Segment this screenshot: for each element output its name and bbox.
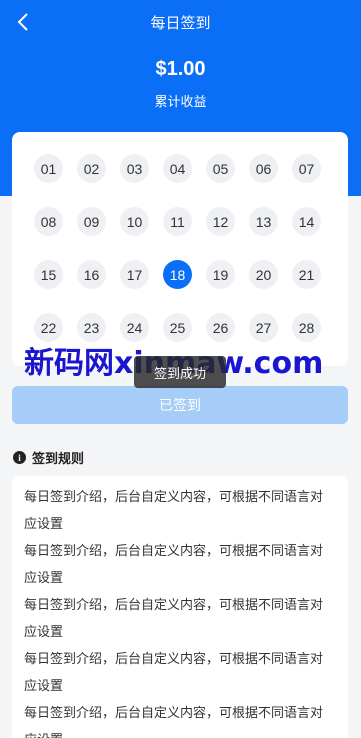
calendar-card: 01 02 03 04 05 06 07 08 09 10 11 12 13 14 15 16 17 18 19 20… (12, 132, 348, 366)
rules-title: 签到规则 (32, 452, 85, 467)
calendar-day-04[interactable]: 04 (163, 154, 192, 183)
calendar-day-17[interactable]: 17 (120, 260, 149, 289)
info-icon: i (13, 451, 26, 464)
calendar-day-01[interactable]: 01 (34, 154, 63, 183)
rules-content: 每日签到介绍，后台自定义内容，可根据不同语言对 应设置 每日签到介绍，后台自定义内容… (12, 476, 348, 738)
rules-header: i 签到规则 (13, 448, 84, 467)
rule-line: 每日签到介绍，后台自定义内容，可根据不同语言对 (24, 652, 324, 667)
page-title: 每日签到 (150, 14, 211, 32)
calendar-day-12[interactable]: 12 (206, 207, 235, 236)
rule-line: 应设置 (24, 679, 64, 694)
calendar-day-15[interactable]: 15 (34, 260, 63, 289)
rule-line: 应设置 (24, 625, 64, 640)
calendar-day-05[interactable]: 05 (206, 154, 235, 183)
rule-line: 应设置 (24, 727, 336, 738)
rule-line: 应设置 (24, 571, 64, 586)
calendar-day-13[interactable]: 13 (249, 207, 278, 236)
calendar-day-14[interactable]: 14 (292, 207, 321, 236)
earnings-label: 累计收益 (154, 95, 207, 110)
calendar-day-16[interactable]: 16 (77, 260, 106, 289)
calendar-day-09[interactable]: 09 (77, 207, 106, 236)
signed-in-button[interactable]: 已签到 (12, 386, 348, 424)
calendar-day-20[interactable]: 20 (249, 260, 278, 289)
toast-message: 签到成功 (134, 356, 226, 388)
calendar-day-19[interactable]: 19 (206, 260, 235, 289)
rule-line: 每日签到介绍，后台自定义内容，可根据不同语言对 (24, 490, 324, 505)
earnings-amount: $1.00 (155, 58, 206, 80)
rule-line: 每日签到介绍，后台自定义内容，可根据不同语言对 (24, 706, 324, 721)
rule-line: 每日签到介绍，后台自定义内容，可根据不同语言对 (24, 544, 324, 559)
calendar-day-03[interactable]: 03 (120, 154, 149, 183)
calendar-day-06[interactable]: 06 (249, 154, 278, 183)
rule-line: 应设置 (24, 517, 64, 532)
checkin-page: 每日签到 $1.00 累计收益 01 02 03 04 05 06 07 08 09 10 11 12… (0, 0, 361, 738)
calendar-day-21[interactable]: 21 (292, 260, 321, 289)
calendar-day-10[interactable]: 10 (120, 207, 149, 236)
calendar-day-11[interactable]: 11 (163, 207, 192, 236)
rule-line: 每日签到介绍，后台自定义内容，可根据不同语言对 (24, 598, 324, 613)
calendar-day-02[interactable]: 02 (77, 154, 106, 183)
calendar-day-08[interactable]: 08 (34, 207, 63, 236)
calendar-day-07[interactable]: 07 (292, 154, 321, 183)
calendar-day-18[interactable]: 18 (163, 260, 192, 289)
